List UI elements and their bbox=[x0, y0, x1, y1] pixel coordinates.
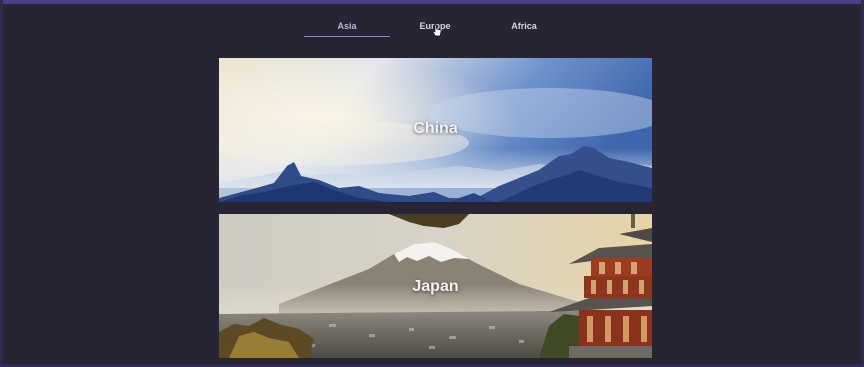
tab-africa[interactable]: Africa bbox=[481, 14, 567, 38]
destination-card-china[interactable]: China bbox=[219, 58, 652, 202]
active-tab-indicator bbox=[304, 36, 390, 37]
card-title-china: China bbox=[413, 120, 458, 137]
window-top-border bbox=[0, 0, 864, 4]
card-title-japan: Japan bbox=[412, 278, 459, 295]
destination-card-japan[interactable]: Japan bbox=[219, 214, 652, 358]
tab-asia[interactable]: Asia bbox=[304, 14, 390, 38]
pointer-cursor-icon bbox=[432, 24, 442, 37]
window-left-border bbox=[0, 0, 3, 367]
